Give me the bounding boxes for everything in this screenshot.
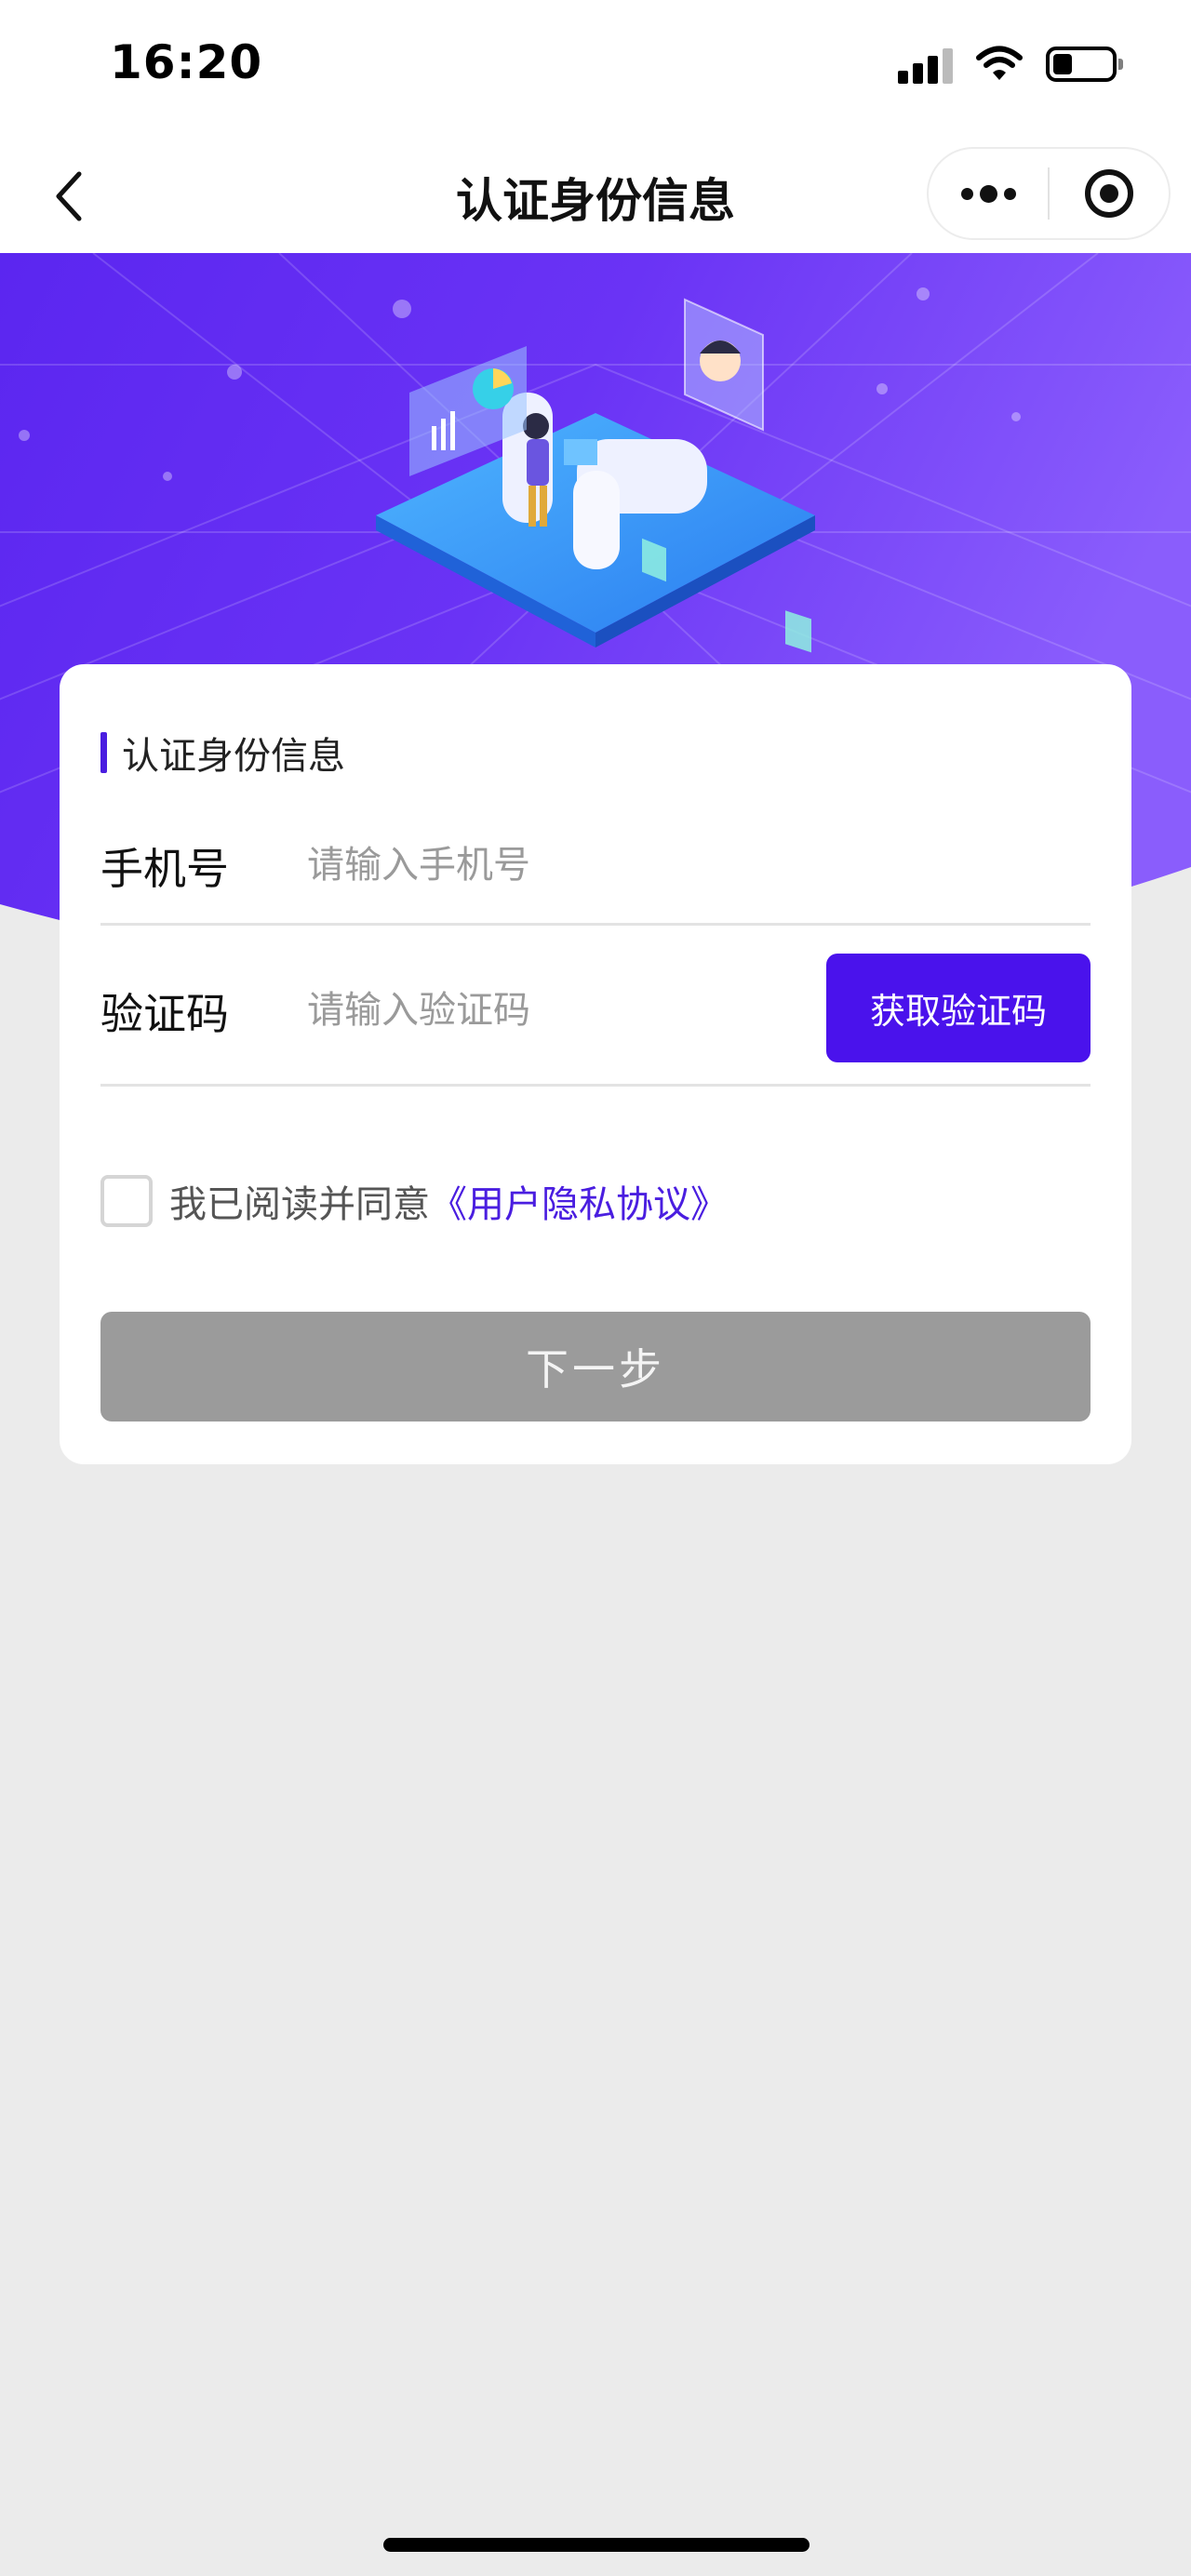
phone-label: 手机号 [100, 844, 229, 894]
chevron-left-icon [56, 171, 82, 221]
status-bar: 16:20 [0, 0, 1191, 140]
back-button[interactable] [37, 164, 102, 229]
capsule-menu [927, 147, 1171, 240]
signal-icon [898, 45, 953, 84]
page: 16:20 认证身份信息 认证身份信息 手机号 请输入手机号 验证码 请输入验证… [0, 0, 1191, 2576]
more-button[interactable] [929, 149, 1048, 238]
auth-form-card: 认证身份信息 手机号 验证码 获取验证码 我已阅读并同意 《用户隐私协议》 下一… [60, 664, 1131, 1464]
target-circle-icon [1085, 169, 1133, 218]
phone-input[interactable] [307, 837, 772, 893]
privacy-policy-link[interactable]: 《用户隐私协议》 [430, 1174, 728, 1228]
battery-icon [1046, 47, 1123, 82]
agree-text: 我已阅读并同意 [169, 1183, 430, 1226]
agreement-row: 我已阅读并同意 《用户隐私协议》 [100, 1174, 728, 1228]
wifi-icon [976, 46, 1023, 80]
more-dots-icon [960, 184, 1016, 203]
close-miniprogram-button[interactable] [1050, 149, 1169, 238]
code-field: 验证码 获取验证码 [100, 943, 1091, 1087]
section-title-text: 认证身份信息 [122, 735, 345, 778]
status-time: 16:20 [110, 35, 263, 89]
nav-bar: 认证身份信息 [0, 140, 1191, 253]
status-icons [898, 45, 1123, 84]
phone-field: 手机号 [100, 809, 1091, 926]
agree-checkbox[interactable] [100, 1175, 153, 1227]
code-label: 验证码 [100, 989, 229, 1039]
get-code-button[interactable]: 获取验证码 [826, 954, 1091, 1062]
home-indicator [383, 2538, 810, 2552]
code-input[interactable] [307, 982, 772, 1038]
section-title-accent [100, 732, 107, 773]
section-title: 认证身份信息 [100, 726, 345, 780]
next-button[interactable]: 下一步 [100, 1312, 1091, 1421]
